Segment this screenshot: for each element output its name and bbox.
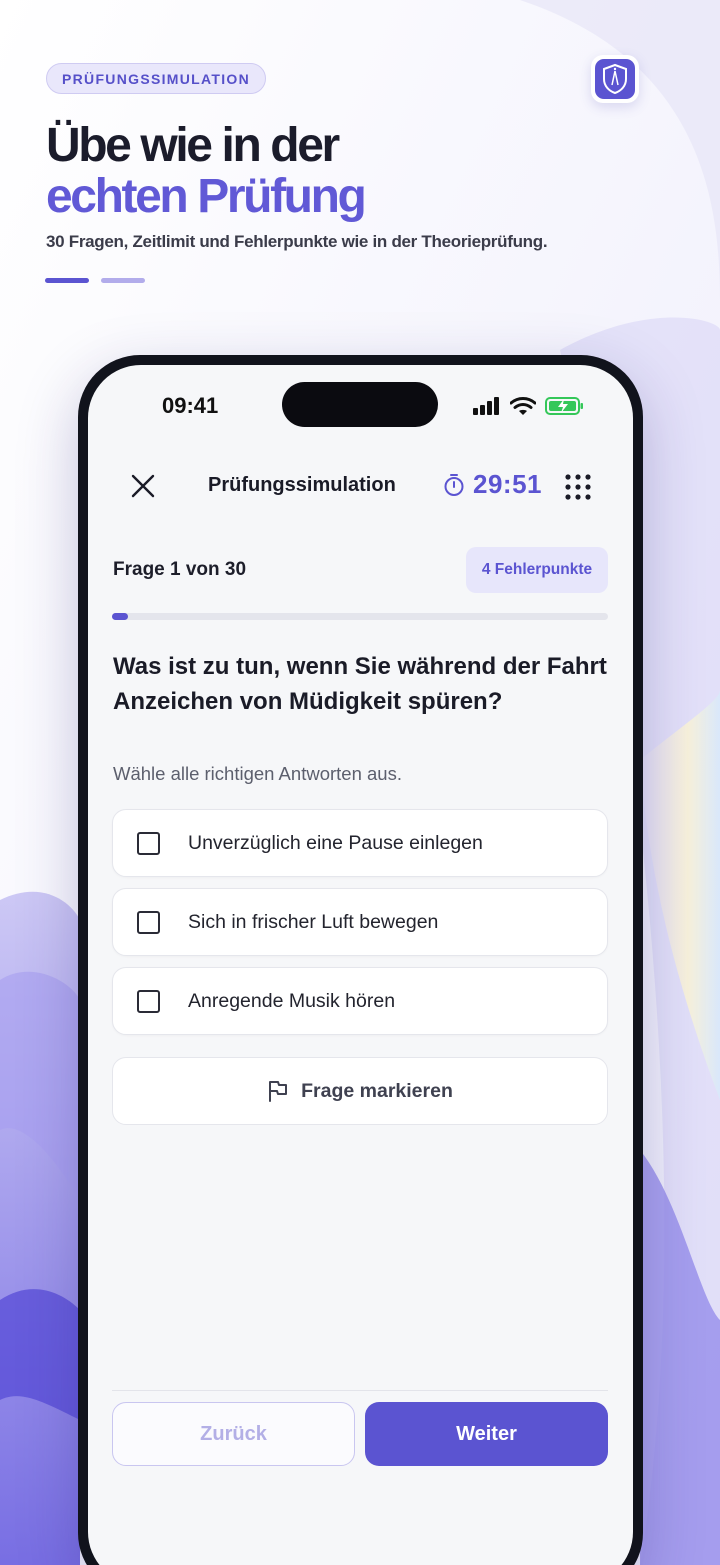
dynamic-island [282,382,438,427]
app-logo [591,55,639,103]
page-indicator-dot [101,278,145,283]
headline-line-2: echten Prüfung [46,170,367,223]
checkbox[interactable] [137,910,160,934]
battery-charging-icon [545,397,583,415]
answer-label: Anregende Musik hören [188,989,396,1012]
question-text: Was ist zu tun, wenn Sie während der Fah… [113,653,607,715]
close-icon[interactable] [130,473,156,499]
feature-badge: PRÜFUNGSSIMULATION [46,63,267,94]
back-button[interactable]: Zurück [112,1402,355,1466]
error-points-badge: 4 Fehlerpunkte [466,547,608,593]
footer-divider [112,1390,608,1391]
progress-bar [112,613,608,620]
page-indicator [45,278,145,283]
shield-logo-icon [595,59,635,99]
grid-dots-icon[interactable] [564,473,592,501]
phone-screen: 09:41 Prüfungssimulation 29:51 Frage 1 v… [88,365,633,1565]
headline-line-1: Übe wie in der [46,119,340,172]
answer-option-2[interactable]: Sich in frischer Luft bewegen [112,888,608,956]
nav-title: Prüfungssimulation [208,474,396,496]
answer-hint: Wähle alle richtigen Antworten aus. [113,763,402,784]
question-counter: Frage 1 von 30 [113,559,247,580]
flag-question-button[interactable]: Frage markieren [112,1057,608,1125]
exam-timer: 29:51 [443,469,542,500]
phone-frame: 09:41 Prüfungssimulation 29:51 Frage 1 v… [78,355,643,1565]
answer-option-3[interactable]: Anregende Musik hören [112,967,608,1035]
checkbox[interactable] [137,831,160,855]
page-indicator-dot-active [45,278,89,283]
next-button[interactable]: Weiter [365,1402,608,1466]
headline: Übe wie in der echten Prüfung [46,119,367,223]
cellular-signal-icon [473,397,499,415]
answer-option-1[interactable]: Unverzüglich eine Pause einlegen [112,809,608,877]
progress-bar-fill [112,613,129,620]
timer-value: 29:51 [473,469,542,499]
flag-question-label: Frage markieren [301,1079,453,1102]
wifi-icon [510,396,536,415]
status-icons [473,396,585,416]
answer-label: Sich in frischer Luft bewegen [188,910,439,933]
flag-icon [269,1081,288,1102]
checkbox[interactable] [137,989,160,1013]
subline: 30 Fragen, Zeitlimit und Fehlerpunkte wi… [46,232,548,251]
answer-label: Unverzüglich eine Pause einlegen [188,831,483,854]
stopwatch-icon [444,473,464,496]
status-time: 09:41 [162,393,219,418]
